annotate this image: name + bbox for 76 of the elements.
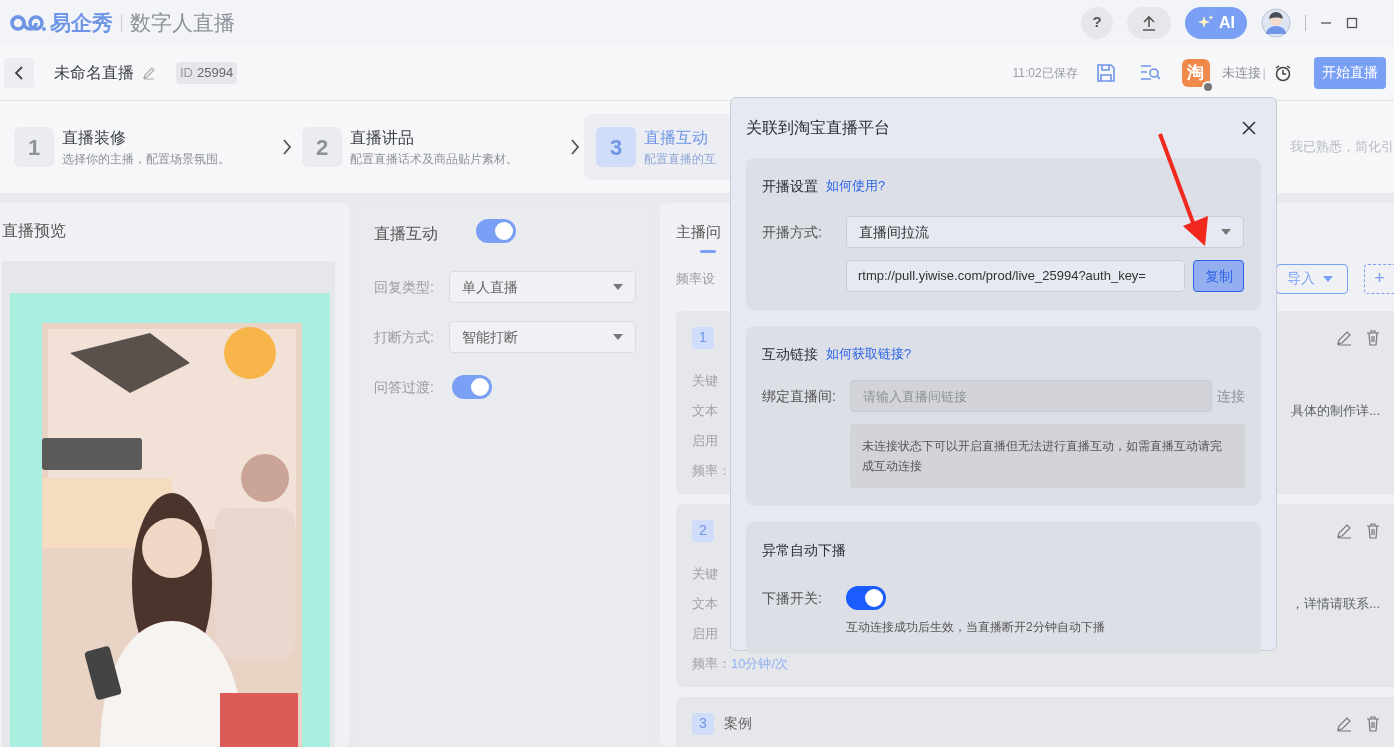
- field-label: 打断方式:: [374, 327, 435, 347]
- dropdown[interactable]: 直播间拉流: [846, 216, 1244, 248]
- delete-icon[interactable]: [1366, 522, 1380, 539]
- back-button[interactable]: [4, 57, 34, 88]
- frequency-label: 频率设: [676, 269, 715, 288]
- field-label: 下播开关:: [762, 588, 823, 608]
- app-name: 数字人直播: [130, 9, 235, 36]
- list-search-icon[interactable]: [1139, 62, 1162, 83]
- field-label: 问答过渡:: [374, 377, 435, 397]
- ai-button[interactable]: AI: [1185, 6, 1247, 39]
- panel-title: 直播互动: [374, 224, 438, 244]
- caret-icon: [1323, 275, 1333, 282]
- save-icon[interactable]: [1095, 62, 1116, 83]
- preview-title: 直播预览: [1, 221, 67, 241]
- add-button[interactable]: +: [1364, 263, 1394, 294]
- save-status: 11:02已保存: [1012, 64, 1078, 82]
- copy-button[interactable]: 复制: [1193, 260, 1244, 292]
- start-live-button[interactable]: 开始直播: [1314, 56, 1386, 89]
- edit-icon[interactable]: [1336, 329, 1352, 346]
- step-item[interactable]: 1 直播装修 选择你的主播，配置场景氛围。: [14, 114, 296, 180]
- info-note: 未连接状态下可以开启直播但无法进行直播互动，如需直播互动请完成互动连接: [850, 424, 1245, 488]
- connect-button: 连接: [1217, 385, 1245, 407]
- caret-icon: [613, 284, 623, 290]
- item-number: 3: [692, 712, 714, 735]
- frequency-value: 10分钟/次: [731, 654, 789, 673]
- back-icon: [14, 65, 24, 80]
- hint-text: 互动连接成功后生效，当直播断开2分钟自动下播: [846, 619, 1106, 636]
- close-icon[interactable]: [1242, 121, 1256, 135]
- id-badge: ID 25994: [176, 61, 238, 84]
- section-title: 互动链接: [762, 344, 818, 364]
- item-title: 案例: [724, 714, 752, 733]
- item-number: 1: [692, 326, 714, 349]
- separator: |: [1262, 63, 1266, 82]
- url-field[interactable]: rtmp://pull.yiwise.com/prod/live_25994?auth_key=: [846, 260, 1185, 292]
- field-label: 回复类型:: [374, 277, 435, 297]
- field-value: 具体的制作详...: [1291, 401, 1380, 420]
- item-number: 2: [692, 519, 714, 542]
- dropdown[interactable]: 单人直播: [449, 271, 636, 303]
- chevron-icon: [282, 139, 292, 155]
- avatar-icon[interactable]: [1261, 7, 1291, 38]
- toggle-switch[interactable]: [846, 586, 886, 610]
- platform-icon[interactable]: 淘: [1181, 58, 1210, 87]
- live-title: 未命名直播: [54, 62, 134, 83]
- edit-icon[interactable]: [142, 65, 156, 80]
- field-value: ，详情请联系...: [1291, 594, 1380, 613]
- field-label: 频率：: [692, 654, 731, 673]
- field-label: 开播方式:: [762, 222, 823, 242]
- field-label: 启用: [692, 431, 718, 450]
- logo-icon: [8, 12, 48, 33]
- maximize-icon[interactable]: [1346, 16, 1358, 29]
- alarm-icon[interactable]: [1274, 63, 1292, 82]
- edit-icon[interactable]: [1336, 715, 1352, 732]
- brand-name: 易企秀: [50, 9, 113, 36]
- edit-icon[interactable]: [1336, 522, 1352, 539]
- toggle-switch[interactable]: [452, 375, 492, 399]
- caret-icon: [1221, 229, 1231, 235]
- delete-icon[interactable]: [1366, 715, 1380, 732]
- field-label: 关键: [692, 564, 718, 583]
- dropdown[interactable]: 智能打断: [449, 321, 636, 353]
- import-button[interactable]: 导入: [1276, 263, 1348, 294]
- field-label: 文本: [692, 401, 718, 420]
- section-title: 异常自动下播: [762, 540, 846, 560]
- field-label: 绑定直播间:: [762, 386, 837, 406]
- upload-button[interactable]: [1127, 6, 1171, 39]
- upload-icon: [1141, 14, 1157, 31]
- connection-status: 未连接: [1221, 63, 1261, 82]
- field-label: 启用: [692, 624, 718, 643]
- caret-icon: [613, 334, 623, 340]
- toggle-switch[interactable]: [476, 218, 516, 243]
- step-item[interactable]: 2 直播讲品 配置直播话术及商品贴片素材。: [302, 114, 584, 180]
- help-button[interactable]: ?: [1081, 6, 1113, 39]
- field-label: 关键: [692, 371, 718, 390]
- chevron-icon: [570, 139, 580, 155]
- field-label: 频率：: [692, 461, 731, 480]
- delete-icon[interactable]: [1366, 329, 1380, 346]
- field-label: 文本: [692, 594, 718, 613]
